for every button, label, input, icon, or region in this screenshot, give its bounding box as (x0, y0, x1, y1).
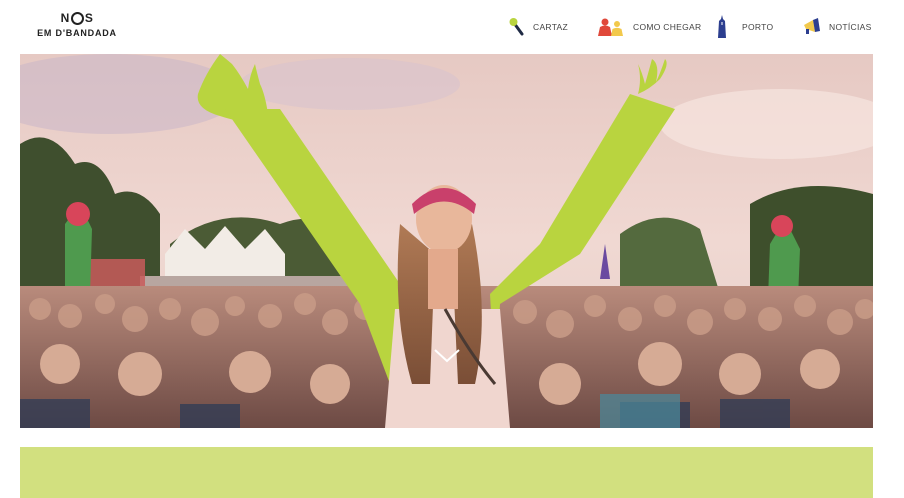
microphone-icon (509, 18, 524, 36)
nav-label-como-chegar: COMO CHEGAR (633, 22, 702, 32)
site-header: N S EM D'BANDADA CARTAZ COMO CHEGAR PORT… (0, 0, 904, 54)
tower-icon (718, 15, 726, 38)
nav-item-como-chegar[interactable]: COMO CHEGAR (597, 14, 701, 40)
people-icon (598, 18, 623, 36)
nav-label-porto: PORTO (742, 22, 774, 32)
nav-item-noticias[interactable]: NOTÍCIAS (803, 14, 872, 40)
main-nav: CARTAZ COMO CHEGAR PORTO NOTÍCIAS (0, 14, 904, 40)
chevron-down-icon[interactable] (433, 348, 461, 364)
hero-image (20, 54, 873, 428)
megaphone-icon (804, 18, 820, 34)
nav-item-cartaz[interactable]: CARTAZ (509, 14, 568, 40)
content-band (20, 447, 873, 498)
nav-item-porto[interactable]: PORTO (716, 14, 773, 40)
nav-label-noticias: NOTÍCIAS (829, 22, 872, 32)
nav-label-cartaz: CARTAZ (533, 22, 569, 32)
festival-crowd-photo (20, 54, 873, 428)
